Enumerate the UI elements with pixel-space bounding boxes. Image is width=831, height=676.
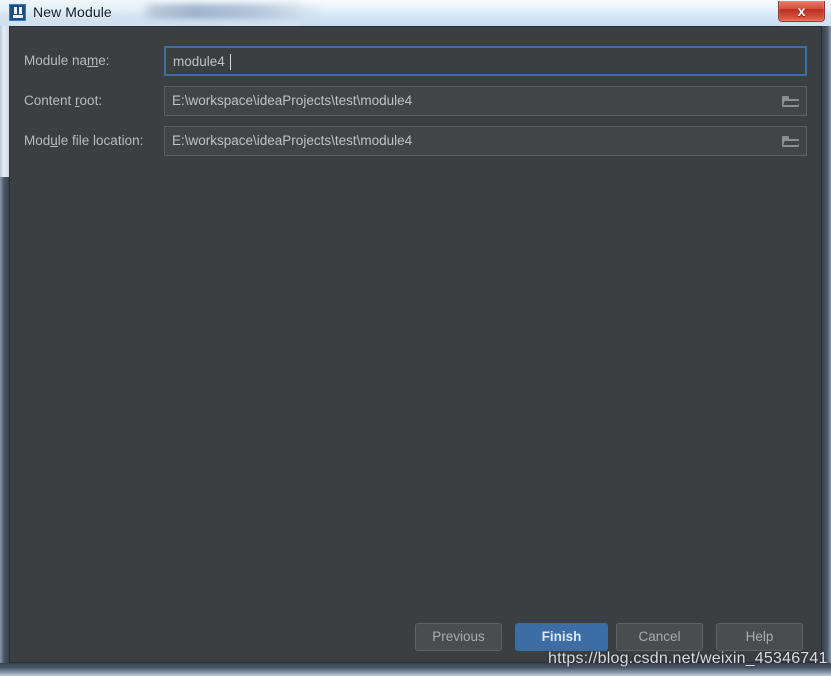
window-frame-left-lower (0, 177, 9, 663)
close-icon: x (797, 3, 806, 19)
module-file-location-value: E:\workspace\ideaProjects\test\module4 (172, 133, 413, 148)
module-file-location-label: Module file location: (24, 133, 144, 148)
intellij-idea-icon (9, 4, 26, 21)
folder-icon (782, 136, 800, 147)
folder-icon (782, 96, 800, 107)
close-button[interactable]: x (778, 1, 825, 22)
module-file-location-browse-button[interactable] (777, 128, 805, 154)
module-name-value: module4 (173, 54, 225, 69)
dialog-button-bar: Previous Finish Cancel Help (10, 623, 821, 662)
previous-button[interactable]: Previous (415, 623, 502, 651)
content-root-value: E:\workspace\ideaProjects\test\module4 (172, 93, 413, 108)
text-caret (230, 54, 231, 70)
help-button[interactable]: Help (716, 623, 803, 651)
content-root-label: Content root: (24, 93, 103, 108)
window-frame-bottom (0, 663, 831, 676)
title-bar-sheen (300, 0, 780, 26)
module-name-input[interactable]: module4 (164, 46, 807, 76)
dialog-content: Module name: module4 Content root: E:\wo… (9, 26, 822, 663)
finish-button[interactable]: Finish (515, 623, 608, 651)
module-file-location-input[interactable]: E:\workspace\ideaProjects\test\module4 (164, 126, 807, 156)
title-bar[interactable]: New Module x (0, 0, 831, 26)
window-frame-left-upper (0, 26, 9, 177)
content-root-browse-button[interactable] (777, 88, 805, 114)
new-module-dialog-window: New Module x Module name: module4 Conten… (0, 0, 831, 676)
window-frame-right (822, 26, 831, 663)
content-root-input[interactable]: E:\workspace\ideaProjects\test\module4 (164, 86, 807, 116)
module-name-label: Module name: (24, 53, 110, 68)
cancel-button[interactable]: Cancel (616, 623, 703, 651)
window-title: New Module (33, 4, 112, 20)
title-bar-redacted-text (140, 4, 325, 19)
